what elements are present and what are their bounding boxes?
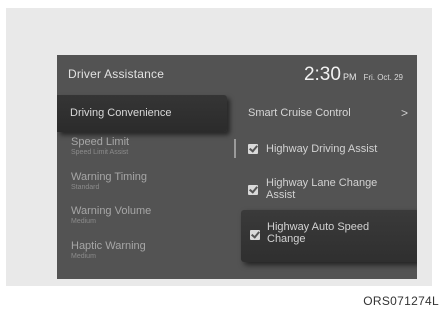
label-line: Highway Auto Speed [267,221,370,233]
menu-item-warning-timing[interactable]: Warning Timing Standard [71,171,147,193]
highway-lane-change-assist-label: Highway Lane Change Assist [266,177,377,201]
chevron-right-icon: > [400,106,408,120]
label-line: Assist [266,189,296,201]
menu-item-driving-convenience[interactable]: Driving Convenience [57,95,227,132]
figure-caption: ORS071274L [363,294,439,308]
clock-time: 2:30 [303,64,341,85]
menu-item-label: Speed Limit [71,136,130,148]
menu-item-haptic-warning[interactable]: Haptic Warning Medium [71,240,146,262]
smart-cruise-control-row[interactable]: Smart Cruise Control > [248,106,408,120]
menu-item-value: Speed Limit Assist [71,149,129,156]
scroll-indicator[interactable] [234,139,236,158]
menu-item-value: Medium [71,218,96,225]
checkbox-checked-icon[interactable] [250,230,260,240]
highway-auto-speed-change-label: Highway Auto Speed Change [267,221,369,245]
figure-frame: Driver Assistance 2:30 PM Fri. Oct. 29 Dri… [6,8,432,286]
menu-item-label: Haptic Warning [71,240,146,252]
menu-item-value: Standard [71,184,100,191]
menu-item-value: Medium [71,253,96,260]
label-line: Highway Lane Change [266,177,378,189]
label-line: Change [267,233,306,245]
checkbox-checked-icon[interactable] [248,185,258,195]
clock-ampm: PM [342,72,357,82]
menu-item-label: Driving Convenience [70,107,172,119]
menu-item-warning-volume[interactable]: Warning Volume Medium [71,205,151,227]
menu-item-label: Warning Volume [71,205,152,217]
infotainment-screen: Driver Assistance 2:30 PM Fri. Oct. 29 Dri… [57,55,417,279]
clock-date: Fri. Oct. 29 [363,73,403,82]
menu-item-label: Warning Timing [71,171,148,183]
smart-cruise-control-label: Smart Cruise Control [248,107,351,119]
highway-auto-speed-change-row[interactable]: Highway Auto Speed Change [241,210,417,262]
clock: 2:30 PM Fri. Oct. 29 [304,64,403,86]
highway-driving-assist-label: Highway Driving Assist [266,143,378,155]
menu-item-speed-limit[interactable]: Speed Limit Speed Limit Assist [71,136,129,158]
page-title: Driver Assistance [68,67,165,81]
checkbox-checked-icon[interactable] [248,144,258,154]
